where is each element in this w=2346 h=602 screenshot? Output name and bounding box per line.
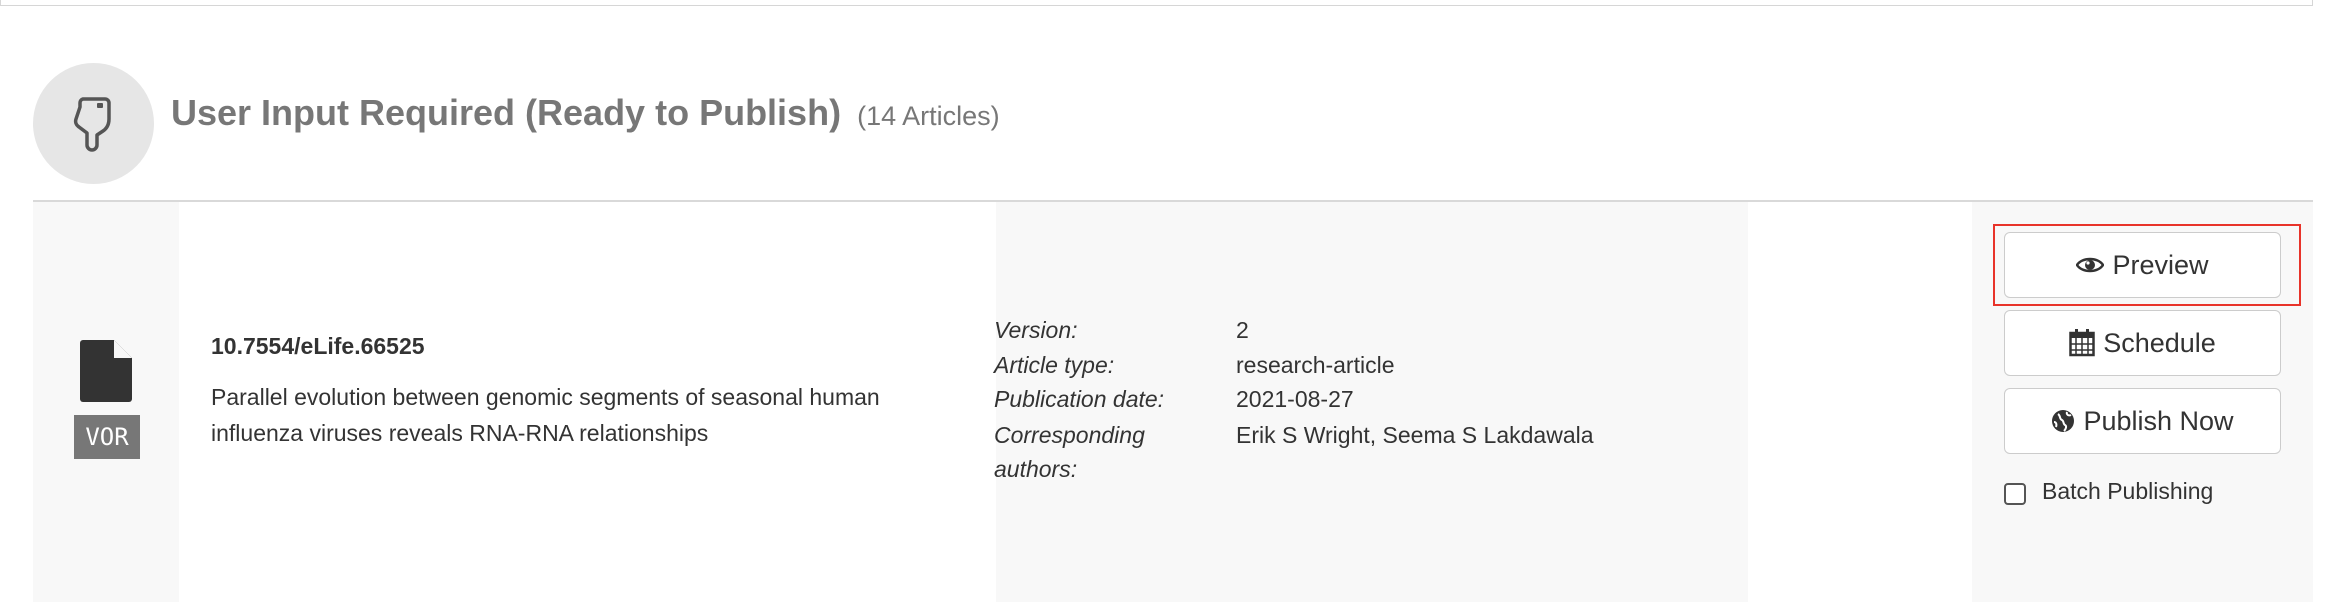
- batch-publishing-option: Batch Publishing: [2004, 478, 2213, 505]
- calendar-icon: [2069, 329, 2095, 357]
- batch-publishing-checkbox[interactable]: [2004, 482, 2026, 505]
- meta-value-version: 2: [1236, 317, 1249, 343]
- meta-label-corresponding-authors: Corresponding authors:: [994, 422, 1145, 482]
- schedule-button[interactable]: Schedule: [2004, 310, 2281, 376]
- version-badge: VOR: [74, 415, 140, 459]
- meta-value-article-type: research-article: [1236, 352, 1395, 378]
- pointing-hand-down-icon: [73, 97, 111, 152]
- meta-value-corresponding-authors: Erik S Wright, Seema S Lakdawala: [1236, 422, 1594, 448]
- section-heading: User Input Required (Ready to Publish) (…: [171, 92, 1000, 134]
- meta-label-version: Version:: [994, 317, 1078, 343]
- preview-highlight: [1993, 224, 2301, 306]
- schedule-label: Schedule: [2103, 327, 2216, 358]
- section-icon-circle: [33, 63, 154, 184]
- globe-icon: [2052, 410, 2075, 432]
- spacer-cell: [1748, 202, 1972, 602]
- article-doi: 10.7554/eLife.66525: [211, 333, 425, 359]
- previous-panel-edge: [0, 0, 2313, 6]
- publish-now-button[interactable]: Publish Now: [2004, 388, 2281, 454]
- meta-label-article-type: Article type:: [994, 352, 1115, 378]
- section-title: User Input Required (Ready to Publish): [171, 92, 842, 133]
- meta-value-publication-date: 2021-08-27: [1236, 386, 1354, 412]
- meta-label-publication-date: Publication date:: [994, 386, 1165, 412]
- article-count: (14 Articles): [857, 101, 1000, 131]
- document-icon: [80, 340, 132, 402]
- batch-publishing-label[interactable]: Batch Publishing: [2042, 478, 2213, 505]
- publish-now-label: Publish Now: [2083, 405, 2234, 436]
- article-title: Parallel evolution between genomic segme…: [211, 384, 880, 446]
